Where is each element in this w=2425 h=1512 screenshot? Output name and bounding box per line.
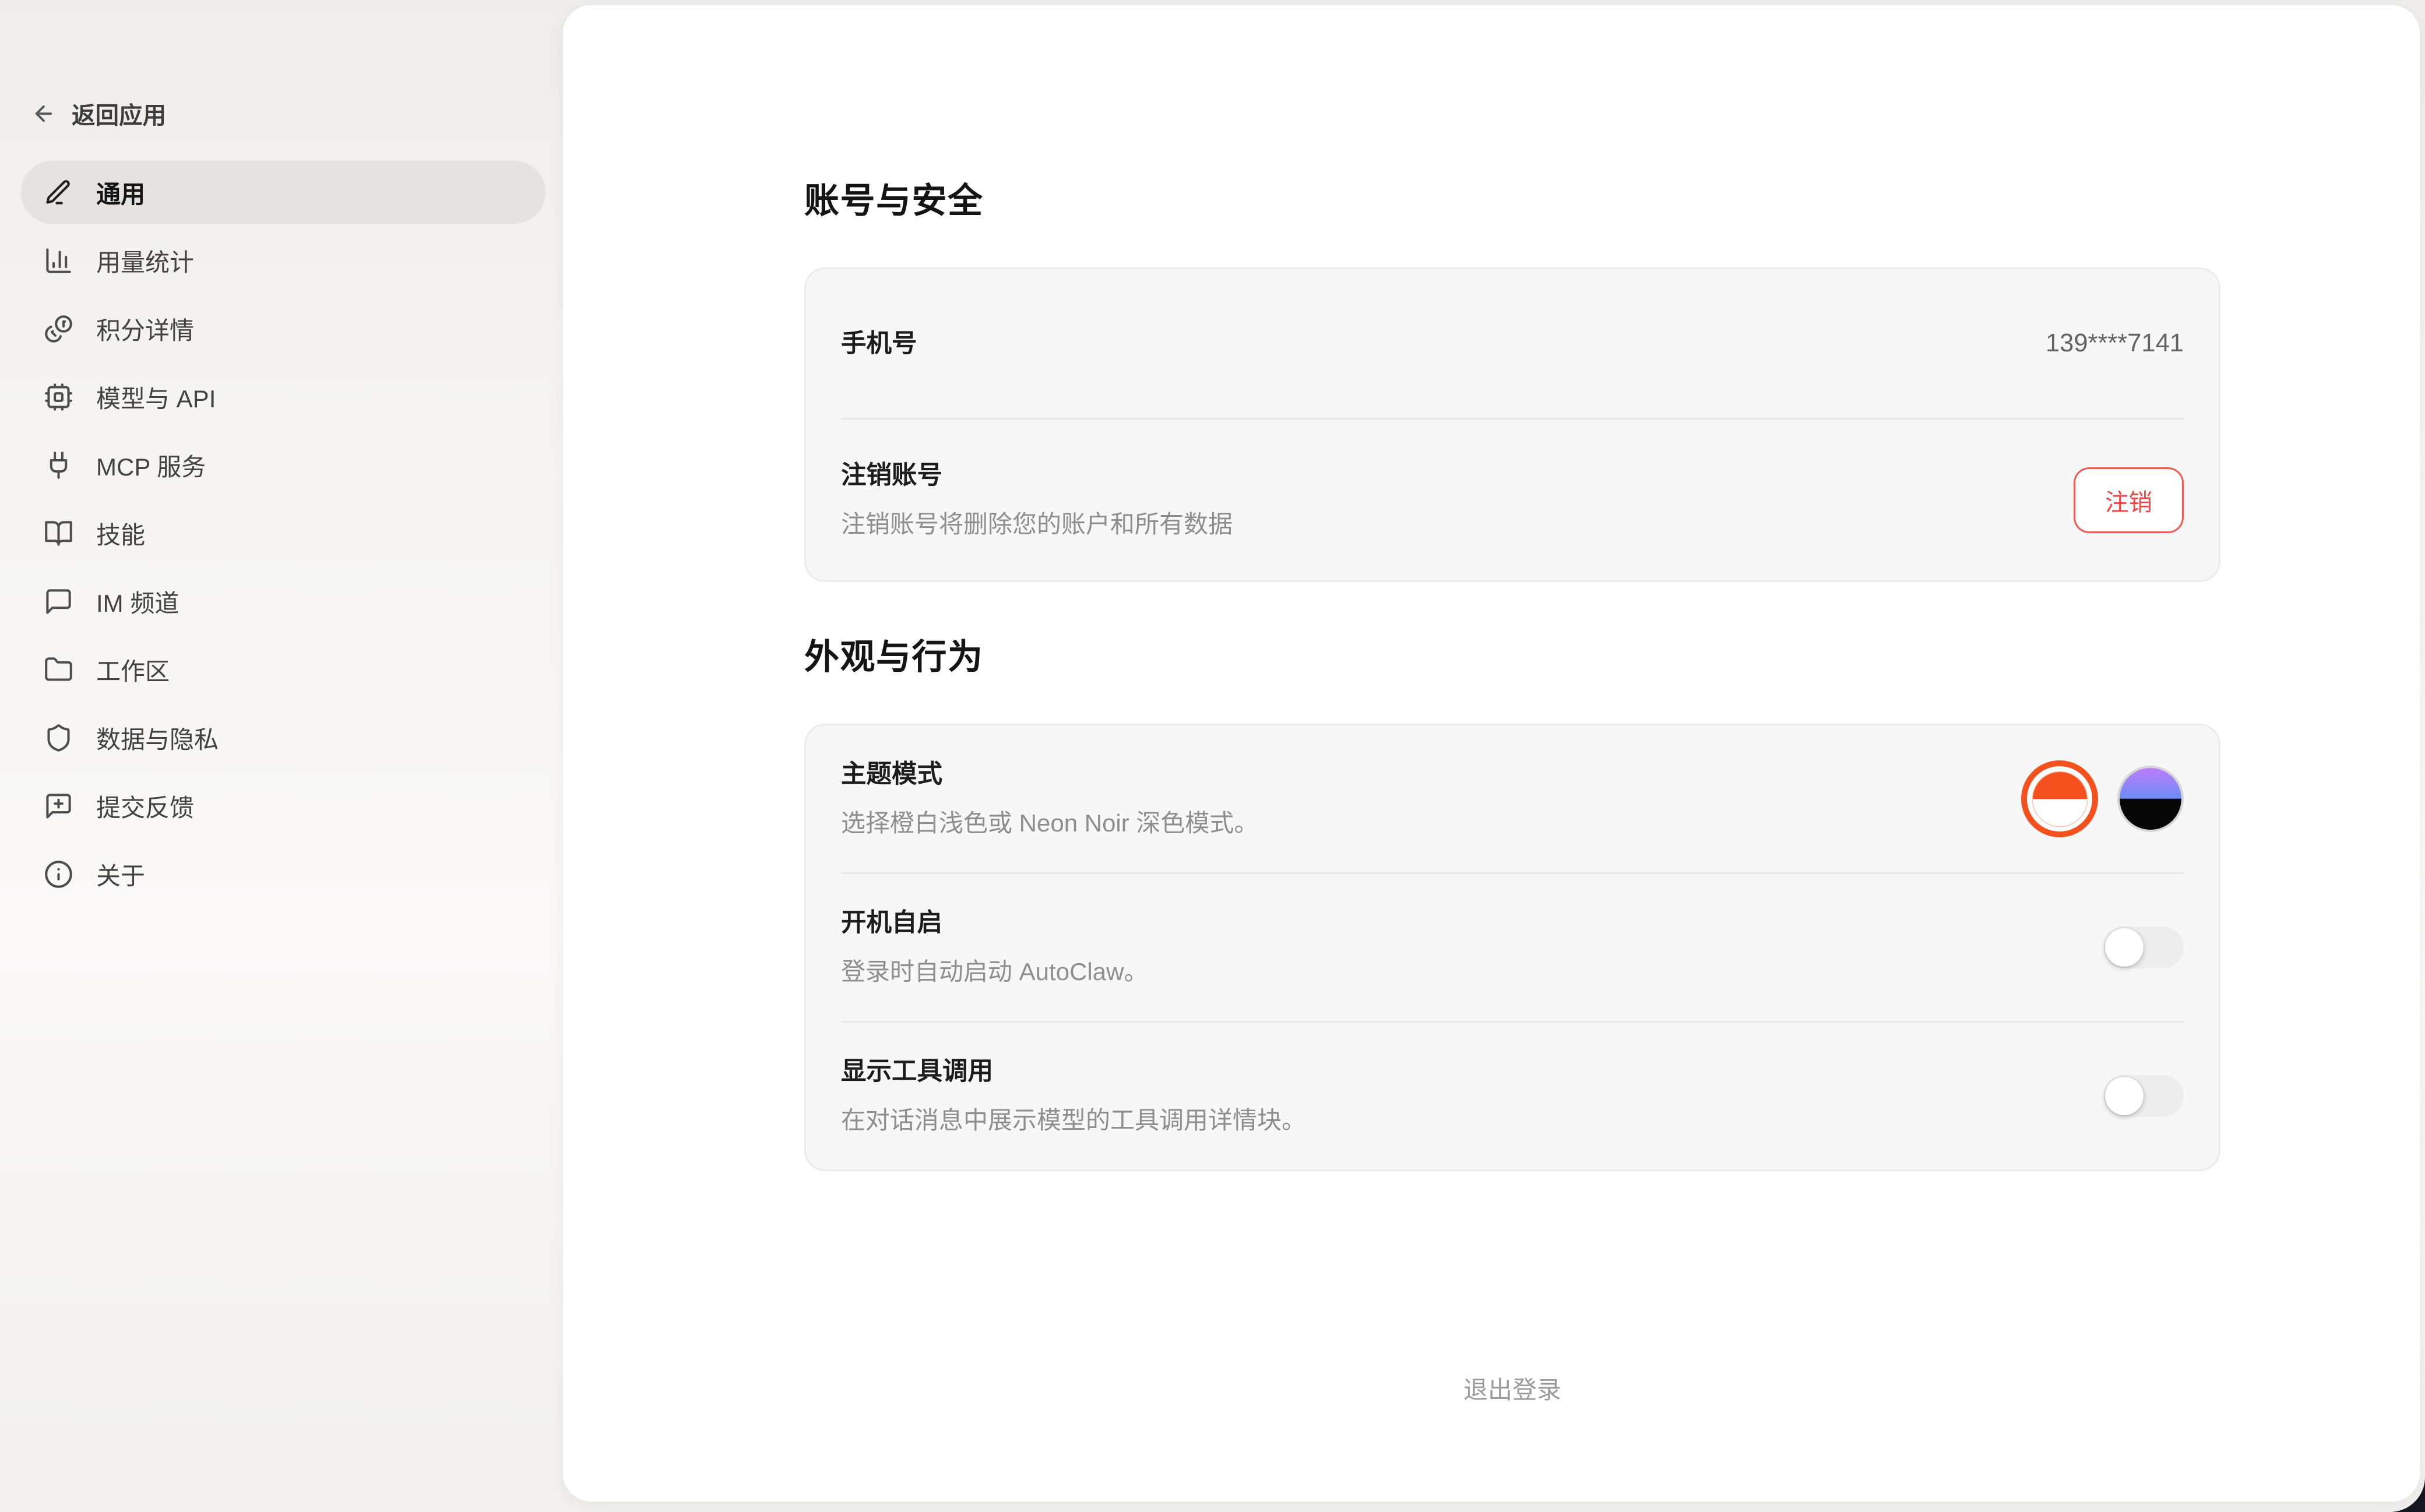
bar-chart-icon	[44, 246, 73, 276]
sidebar-item-label: IM 频道	[96, 584, 179, 619]
sidebar-item-label: 数据与隐私	[96, 720, 219, 756]
delete-account-button[interactable]: 注销	[2074, 467, 2184, 533]
delete-account-text: 注销账号 注销账号将删除您的账户和所有数据	[841, 458, 1233, 542]
sidebar-item-workspace[interactable]: 工作区	[21, 638, 545, 701]
theme-picker	[2021, 760, 2184, 837]
autostart-row: 开机自启 登录时自动启动 AutoClaw。	[806, 874, 2219, 1021]
phone-number-value: 139****7141	[2046, 329, 2184, 358]
autostart-title: 开机自启	[841, 905, 1148, 940]
section-title-account-security: 账号与安全	[804, 5, 2220, 225]
chat-bubble-icon	[44, 587, 73, 616]
sidebar-item-im-channels[interactable]: IM 频道	[21, 570, 545, 633]
sidebar-nav: 通用 用量统计 积分详情 模型与 API	[21, 161, 545, 911]
message-plus-icon	[44, 791, 73, 821]
autostart-toggle[interactable]	[2103, 926, 2184, 968]
appearance-card: 主题模式 选择橙白浅色或 Neon Noir 深色模式。	[804, 724, 2220, 1171]
info-icon	[44, 859, 73, 889]
cpu-icon	[44, 382, 73, 412]
sidebar-item-general[interactable]: 通用	[21, 161, 545, 224]
back-to-app-link[interactable]: 返回应用	[31, 96, 166, 131]
sidebar-item-label: 积分详情	[96, 311, 194, 347]
back-to-app-label: 返回应用	[72, 96, 166, 131]
theme-light-swatch-icon	[2033, 772, 2087, 826]
theme-dark-option[interactable]	[2117, 766, 2184, 832]
phone-number-label: 手机号	[841, 326, 917, 361]
theme-light-option[interactable]	[2021, 760, 2098, 837]
sidebar-item-label: MCP 服务	[96, 447, 206, 483]
coins-icon	[44, 314, 73, 344]
sidebar-item-label: 技能	[96, 516, 145, 551]
main-panel: 账号与安全 手机号 139****7141 注销账号 注销账号将删除您的账户和所…	[563, 5, 2420, 1502]
section-title-appearance-behavior: 外观与行为	[804, 633, 2220, 682]
shield-icon	[44, 723, 73, 753]
sidebar-item-label: 通用	[96, 175, 145, 210]
pencil-icon	[44, 178, 73, 207]
phone-number-row: 手机号 139****7141	[806, 269, 2219, 418]
sidebar-item-mcp-services[interactable]: MCP 服务	[21, 433, 545, 496]
sidebar-item-about[interactable]: 关于	[21, 843, 545, 905]
delete-account-row: 注销账号 注销账号将删除您的账户和所有数据 注销	[806, 420, 2219, 580]
autostart-description: 登录时自动启动 AutoClaw。	[841, 954, 1148, 989]
toggle-knob	[2105, 1077, 2144, 1115]
sidebar-item-usage-stats[interactable]: 用量统计	[21, 229, 545, 292]
theme-mode-text: 主题模式 选择橙白浅色或 Neon Noir 深色模式。	[841, 757, 1258, 841]
logout-button[interactable]: 退出登录	[804, 1370, 2220, 1458]
sidebar-item-data-privacy[interactable]: 数据与隐私	[21, 706, 545, 769]
show-tool-calls-title: 显示工具调用	[841, 1054, 1306, 1089]
plug-icon	[44, 450, 73, 480]
sidebar-item-credits[interactable]: 积分详情	[21, 297, 545, 360]
sidebar: 返回应用 通用 用量统计 积分详情	[0, 0, 563, 1512]
sidebar-item-label: 关于	[96, 857, 145, 892]
theme-mode-title: 主题模式	[841, 757, 1258, 792]
theme-mode-description: 选择橙白浅色或 Neon Noir 深色模式。	[841, 806, 1258, 841]
sidebar-item-label: 提交反馈	[96, 788, 194, 824]
autostart-text: 开机自启 登录时自动启动 AutoClaw。	[841, 905, 1148, 989]
sidebar-item-label: 用量统计	[96, 243, 194, 279]
show-tool-calls-description: 在对话消息中展示模型的工具调用详情块。	[841, 1103, 1306, 1138]
theme-mode-row: 主题模式 选择橙白浅色或 Neon Noir 深色模式。	[806, 725, 2219, 872]
sidebar-item-label: 模型与 API	[96, 379, 216, 415]
account-card: 手机号 139****7141 注销账号 注销账号将删除您的账户和所有数据 注销	[804, 267, 2220, 582]
show-tool-calls-text: 显示工具调用 在对话消息中展示模型的工具调用详情块。	[841, 1054, 1306, 1138]
folder-icon	[44, 655, 73, 685]
delete-account-description: 注销账号将删除您的账户和所有数据	[841, 507, 1233, 542]
show-tool-calls-row: 显示工具调用 在对话消息中展示模型的工具调用详情块。	[806, 1023, 2219, 1169]
sidebar-item-skills[interactable]: 技能	[21, 502, 545, 565]
sidebar-item-label: 工作区	[96, 652, 170, 688]
settings-content: 账号与安全 手机号 139****7141 注销账号 注销账号将删除您的账户和所…	[804, 5, 2220, 1458]
theme-dark-swatch-icon	[2120, 768, 2181, 830]
show-tool-calls-toggle[interactable]	[2103, 1075, 2184, 1117]
arrow-left-icon	[31, 101, 56, 126]
toggle-knob	[2105, 928, 2144, 967]
book-open-icon	[44, 519, 73, 548]
delete-account-title: 注销账号	[841, 458, 1233, 493]
settings-page: 返回应用 通用 用量统计 积分详情	[0, 0, 2425, 1512]
sidebar-item-models-api[interactable]: 模型与 API	[21, 365, 545, 428]
sidebar-item-feedback[interactable]: 提交反馈	[21, 774, 545, 837]
